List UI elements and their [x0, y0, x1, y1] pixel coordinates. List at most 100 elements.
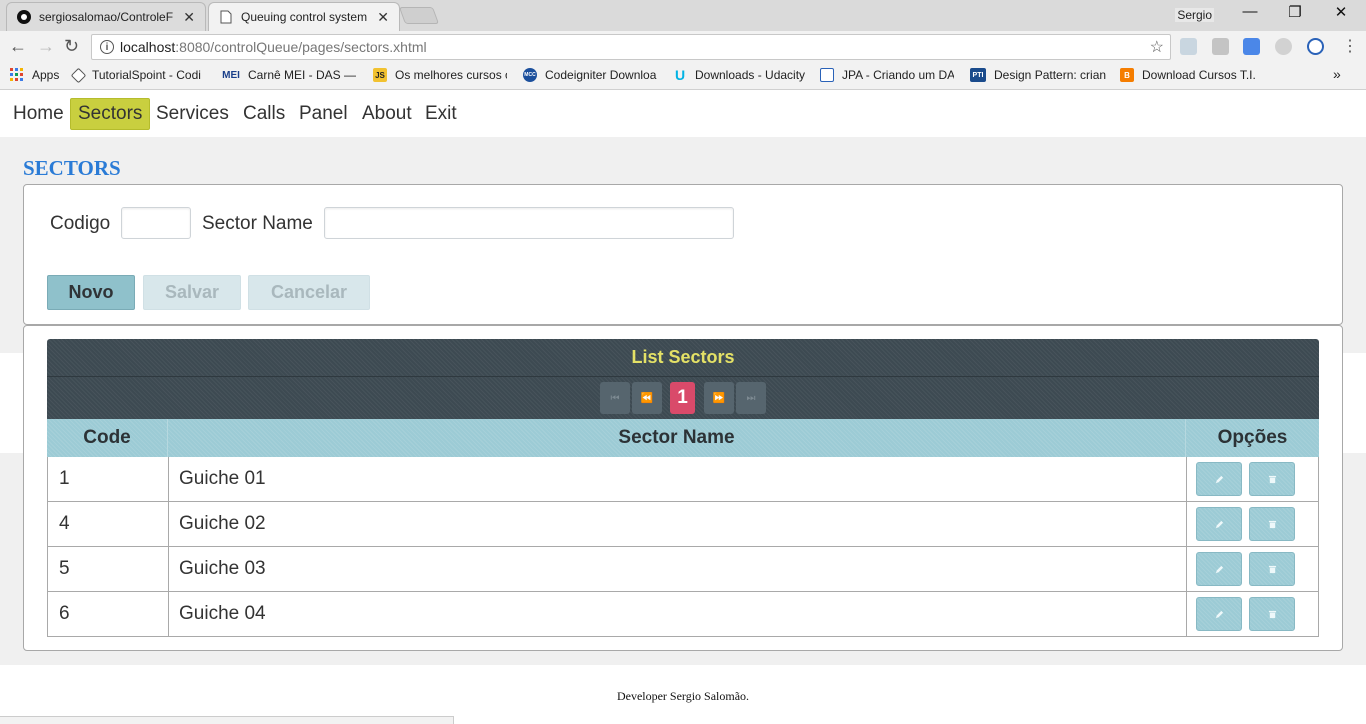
more-bookmarks-icon[interactable]: » [1333, 66, 1341, 82]
bookmark-label: Downloads - Udacity [695, 68, 806, 82]
reload-icon[interactable]: ↻ [64, 36, 79, 57]
menu-item-panel[interactable]: Panel [292, 98, 355, 130]
dropbox-extension-icon[interactable] [1180, 38, 1197, 55]
browser-tab-queuing[interactable]: Queuing control system ✕ [208, 2, 400, 31]
bookmark-star-icon[interactable]: ☆ [1150, 37, 1164, 57]
cell-code: 6 [48, 592, 169, 636]
browser-tab-github[interactable]: sergiosalomao/ControleF ✕ [6, 2, 206, 31]
footer-credit: Developer Sergio Salomão. [616, 689, 750, 703]
next-page-icon[interactable]: ⏩ [704, 382, 734, 414]
url-host: localhost [120, 39, 176, 55]
menu-item-services[interactable]: Services [149, 98, 236, 130]
new-tab-button[interactable] [398, 7, 440, 24]
pdf-extension-icon[interactable] [1212, 38, 1229, 55]
tab-label: sergiosalomao/ControleF [39, 10, 174, 24]
info-icon[interactable]: i [100, 40, 114, 54]
cell-sector-name: Guiche 03 [169, 547, 1187, 591]
datatable-header: List Sectors ⏮ ⏪ 1 ⏩ ⏭ [47, 339, 1319, 419]
menu-item-exit[interactable]: Exit [418, 98, 464, 130]
edit-button[interactable] [1196, 597, 1242, 631]
tab-label: Queuing control system [241, 10, 368, 24]
bookmark-download-cursos[interactable]: B Download Cursos T.I. [1120, 68, 1256, 82]
bookmark-label: Download Cursos T.I. [1142, 68, 1256, 82]
delete-button[interactable] [1249, 552, 1295, 586]
minimize-icon[interactable]: — [1227, 3, 1273, 20]
column-header-sector-name[interactable]: Sector Name [168, 419, 1186, 457]
bookmark-udacity[interactable]: U Downloads - Udacity [673, 67, 806, 83]
profile-name[interactable]: Sergio [1175, 8, 1214, 22]
edit-button[interactable] [1196, 507, 1242, 541]
browser-toolbar: ← → ↻ i localhost:8080/controlQueue/page… [0, 31, 1366, 63]
edit-button[interactable] [1196, 462, 1242, 496]
bookmark-label: JPA - Criando um DAO [842, 68, 954, 82]
datatable-title: List Sectors [631, 347, 735, 367]
bookmark-design-pattern[interactable]: PTI Design Pattern: crianc [970, 68, 1106, 82]
new-button[interactable]: Novo [47, 275, 135, 310]
sector-name-label: Sector Name [202, 213, 313, 234]
save-button[interactable]: Salvar [143, 275, 241, 310]
cancel-button[interactable]: Cancelar [248, 275, 370, 310]
bookmark-codeigniter[interactable]: MCC Codeigniter Downloa [523, 68, 657, 82]
bookmark-cursos[interactable]: JS Os melhores cursos o [373, 68, 507, 82]
datatable-column-headers: Code Sector Name Opções [47, 419, 1319, 457]
mcc-icon: MCC [523, 68, 537, 82]
cell-options [1187, 547, 1318, 591]
cell-options [1187, 457, 1318, 501]
table-row[interactable]: 4 Guiche 02 [47, 502, 1319, 547]
sector-list-panel: List Sectors ⏮ ⏪ 1 ⏩ ⏭ Code Sector Name … [23, 325, 1343, 651]
extension-icon[interactable] [1275, 38, 1292, 55]
close-icon[interactable]: ✕ [377, 9, 389, 26]
pencil-icon [1215, 565, 1223, 573]
page-icon [219, 10, 233, 24]
bookmark-label: Os melhores cursos o [395, 68, 507, 82]
cell-code: 1 [48, 457, 169, 501]
js-icon: JS [373, 68, 387, 82]
cell-options [1187, 592, 1318, 636]
delete-button[interactable] [1249, 507, 1295, 541]
table-row[interactable]: 6 Guiche 04 [47, 592, 1319, 637]
menu-item-home[interactable]: Home [6, 98, 71, 130]
forward-arrow-icon[interactable]: → [37, 36, 55, 57]
column-header-code[interactable]: Code [47, 419, 168, 457]
table-row[interactable]: 1 Guiche 01 [47, 457, 1319, 502]
bookmark-jpa[interactable]: JPA - Criando um DAO [820, 68, 954, 82]
cell-code: 5 [48, 547, 169, 591]
main-menubar: Home Sectors Services Calls Panel About … [0, 91, 1366, 137]
github-icon [17, 10, 31, 24]
last-page-icon[interactable]: ⏭ [736, 382, 766, 414]
close-icon[interactable]: ✕ [183, 9, 195, 26]
bookmark-tutorialspoint[interactable]: TutorialSpoint - Codi [70, 67, 204, 83]
pti-icon: PTI [970, 68, 986, 82]
bookmark-mei[interactable]: MEI Carnê MEI - DAS — P [222, 68, 360, 82]
sector-name-input[interactable] [324, 207, 734, 239]
page-icon [820, 68, 834, 82]
bookmark-label: Design Pattern: crianc [994, 68, 1106, 82]
menu-item-about[interactable]: About [355, 98, 419, 130]
previous-page-icon[interactable]: ⏪ [632, 382, 662, 414]
bookmarks-bar: Apps TutorialSpoint - Codi MEI Carnê MEI… [0, 63, 1366, 90]
menu-item-calls[interactable]: Calls [236, 98, 292, 130]
web-page: Home Sectors Services Calls Panel About … [0, 91, 1366, 724]
udacity-icon: U [674, 67, 686, 83]
edit-button[interactable] [1196, 552, 1242, 586]
menu-item-sectors[interactable]: Sectors [70, 98, 151, 130]
bookmark-apps[interactable]: Apps [10, 68, 59, 82]
translate-extension-icon[interactable] [1243, 38, 1260, 55]
page-title: SECTORS [23, 156, 121, 180]
bookmark-label: Apps [32, 68, 60, 82]
delete-button[interactable] [1249, 597, 1295, 631]
delete-button[interactable] [1249, 462, 1295, 496]
maximize-icon[interactable]: ❐ [1272, 3, 1318, 21]
first-page-icon[interactable]: ⏮ [600, 382, 630, 414]
table-row[interactable]: 5 Guiche 03 [47, 547, 1319, 592]
back-arrow-icon[interactable]: ← [9, 36, 27, 57]
play-extension-icon[interactable] [1307, 38, 1324, 55]
trash-icon [1268, 475, 1276, 483]
menu-kebab-icon[interactable]: ⋮ [1342, 36, 1358, 56]
code-input[interactable] [121, 207, 191, 239]
page-number-button[interactable]: 1 [670, 382, 695, 414]
close-window-icon[interactable]: ✕ [1318, 3, 1364, 21]
cell-sector-name: Guiche 04 [169, 592, 1187, 636]
address-bar[interactable]: i localhost:8080/controlQueue/pages/sect… [91, 34, 1171, 60]
pencil-icon [1215, 475, 1223, 483]
